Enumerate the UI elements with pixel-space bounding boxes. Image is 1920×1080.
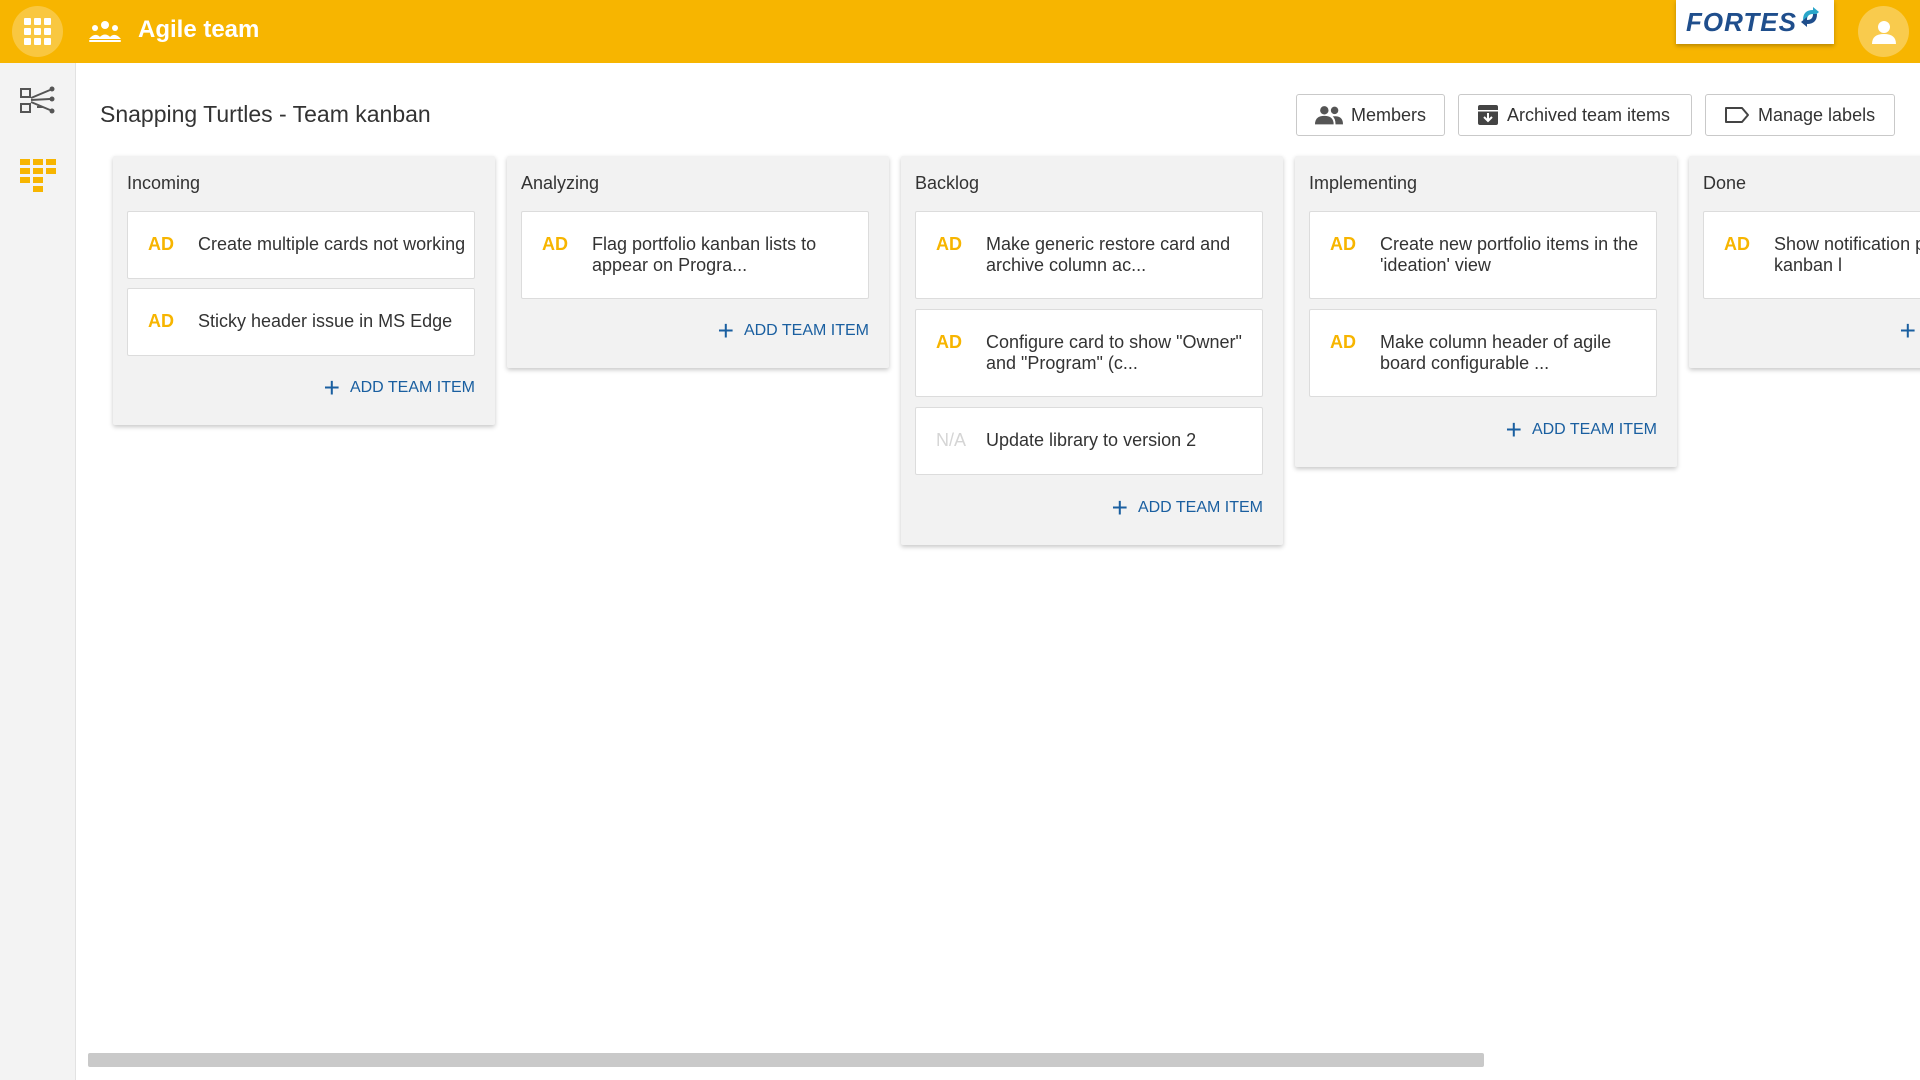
left-sidebar [0,63,76,1080]
card[interactable]: AD Flag portfolio kanban lists to appear… [521,211,869,299]
plus-icon: + [1899,315,1916,346]
archived-button-label: Archived team items [1507,104,1671,125]
card-tag: AD [1330,234,1356,254]
card[interactable]: AD Sticky header issue in MS Edge [127,288,475,356]
members-icon [1315,106,1343,125]
card-title: Sticky header issue in MS Edge [198,311,453,331]
card-title: Configure card to show "Owner" and "Prog… [986,332,1242,373]
add-team-item-button[interactable]: + ADD TEAM ITEM [323,372,475,403]
card-title: Flag portfolio kanban lists to appear on… [592,234,817,275]
column-backlog: Backlog AD Make generic restore card and… [901,156,1283,545]
archived-team-items-button[interactable]: Archived team items [1458,94,1692,136]
archive-icon [1478,105,1498,125]
add-team-item-button[interactable]: + ADD TEAM ITEM [1111,492,1263,523]
card-tag: AD [1330,332,1356,352]
card-tag: AD [148,311,174,331]
column-analyzing: Analyzing AD Flag portfolio kanban lists… [507,156,889,368]
fortes-logo[interactable]: FORTES [1676,0,1834,44]
card[interactable]: AD Make column header of agile board con… [1309,309,1657,397]
card-tag: AD [148,234,174,254]
add-team-item-button[interactable]: + ADD TEAM ITEM [717,315,869,346]
add-team-item-label: ADD TEAM ITEM [1137,499,1263,516]
card[interactable]: N/A Update library to version 2 [915,407,1263,475]
card[interactable]: AD Configure card to show "Owner" and "P… [915,309,1263,397]
add-team-item-button[interactable]: + ADD TEAM ITEM [1505,414,1657,445]
card[interactable]: AD Make generic restore card and archive… [915,211,1263,299]
card[interactable]: AD Show notification program kanban l [1703,211,1920,299]
apps-menu-button[interactable] [12,6,63,57]
card-tag: AD [1724,234,1750,254]
add-team-item-label: ADD TEAM ITEM [349,379,475,396]
column-title: Backlog [915,173,980,193]
column-done: Done AD Show notification program kanban… [1689,156,1920,368]
kanban-board-icon [20,159,56,192]
sidebar-item-kanban[interactable] [16,153,60,197]
column-title: Incoming [127,173,201,193]
card[interactable]: AD Create new portfolio items in the 'id… [1309,211,1657,299]
card-title: Make generic restore card and archive co… [986,234,1231,275]
card-tag: N/A [936,430,967,450]
column-done-viewport: Done AD Show notification program kanban… [1680,150,1920,380]
app-title: Agile team [138,16,260,43]
add-team-item-label: ADD TEAM ITEM [743,322,869,339]
card-tag: AD [936,234,962,254]
card-title: Update library to version 2 [986,430,1197,450]
plus-icon: + [1505,414,1522,445]
page-title: Snapping Turtles - Team kanban [100,101,431,127]
card-tag: AD [542,234,568,254]
column-title: Analyzing [521,173,600,193]
add-team-item-label: ADD TEAM ITEM [1531,421,1657,438]
manage-labels-button-label: Manage labels [1758,104,1876,125]
card-title: Create new portfolio items in the 'ideat… [1380,234,1639,275]
column-implementing: Implementing AD Create new portfolio ite… [1295,156,1677,467]
top-bar: Agile team FORTES [0,0,1920,63]
card-title: Create multiple cards not working [198,234,466,254]
apps-grid-icon [24,18,51,45]
label-icon [1725,107,1749,123]
card-tag: AD [936,332,962,352]
column-incoming: Incoming AD Create multiple cards not wo… [113,156,495,425]
user-icon [1871,20,1896,44]
logo-text: FORTES [1686,6,1797,37]
plus-icon: + [1111,492,1128,523]
column-title: Done [1703,173,1747,193]
card[interactable]: AD Create multiple cards not working [127,211,475,279]
sidebar-item-hierarchy[interactable] [16,79,60,123]
team-icon [89,21,121,42]
manage-labels-button[interactable]: Manage labels [1705,94,1895,136]
add-team-item-button[interactable]: + ADD TEAM ITEM [1899,315,1920,346]
hierarchy-icon [20,86,55,114]
card-title: Make column header of agile board config… [1380,332,1612,373]
members-button[interactable]: Members [1296,94,1445,136]
plus-icon: + [717,315,734,346]
column-title: Implementing [1309,173,1418,193]
plus-icon: + [323,372,340,403]
horizontal-scrollbar[interactable] [88,1053,1484,1067]
user-avatar-button[interactable] [1858,6,1909,57]
logo-mark-icon [1800,7,1819,27]
card-title: Show notification program kanban l [1774,234,1920,275]
members-button-label: Members [1350,104,1426,125]
